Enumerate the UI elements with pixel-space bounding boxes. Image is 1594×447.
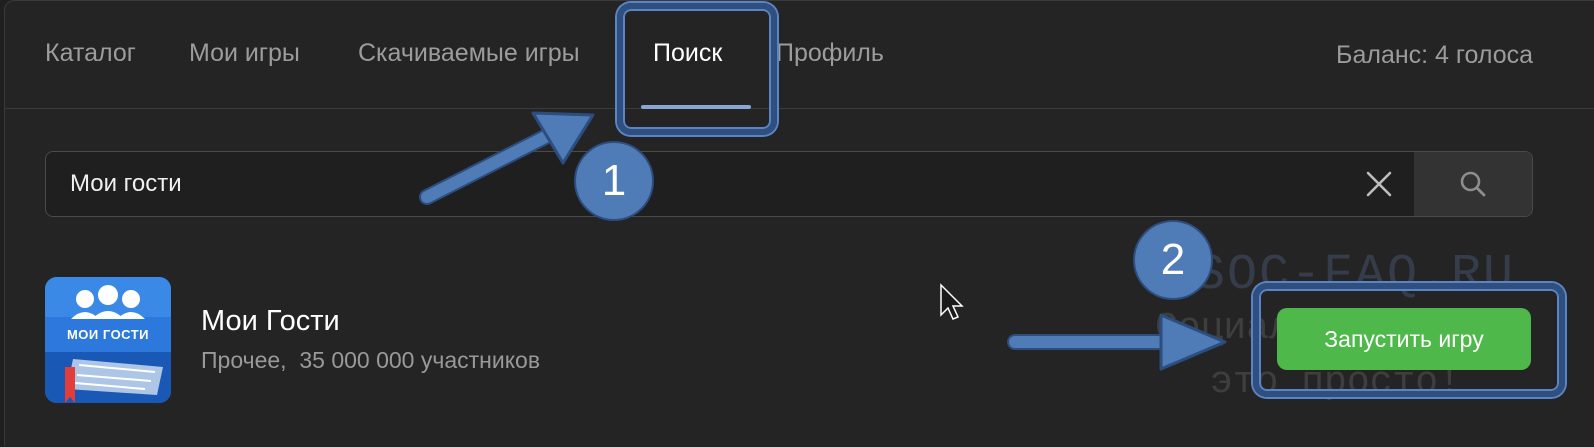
clear-search-button[interactable] [1346, 152, 1412, 216]
game-app-icon[interactable]: МОИ ГОСТИ [45, 277, 171, 403]
close-icon [1366, 171, 1392, 197]
search-button[interactable] [1414, 152, 1532, 216]
mouse-cursor-icon [940, 283, 964, 320]
top-navigation: Каталог Мои игры Скачиваемые игры Поиск … [5, 1, 1594, 109]
search-bar [45, 151, 1533, 217]
highlight-launch-button [1253, 283, 1565, 397]
highlight-search-tab [617, 3, 777, 135]
app-window: Каталог Мои игры Скачиваемые игры Поиск … [4, 0, 1594, 446]
balance-text: Баланс: 4 голоса [1336, 41, 1533, 69]
icon-label: МОИ ГОСТИ [66, 327, 150, 342]
step-badge-2: 2 [1133, 220, 1213, 300]
step-badge-1: 1 [574, 141, 654, 221]
tab-my-games[interactable]: Мои игры [189, 39, 300, 68]
game-title[interactable]: Мои Гости [201, 305, 340, 338]
tab-profile[interactable]: Профиль [776, 39, 884, 68]
search-icon [1460, 171, 1486, 197]
game-meta: Прочее, 35 000 000 участников [201, 347, 541, 373]
tab-downloadable-games[interactable]: Скачиваемые игры [358, 39, 580, 68]
search-input[interactable] [46, 152, 1346, 216]
tab-catalog[interactable]: Каталог [45, 39, 136, 68]
